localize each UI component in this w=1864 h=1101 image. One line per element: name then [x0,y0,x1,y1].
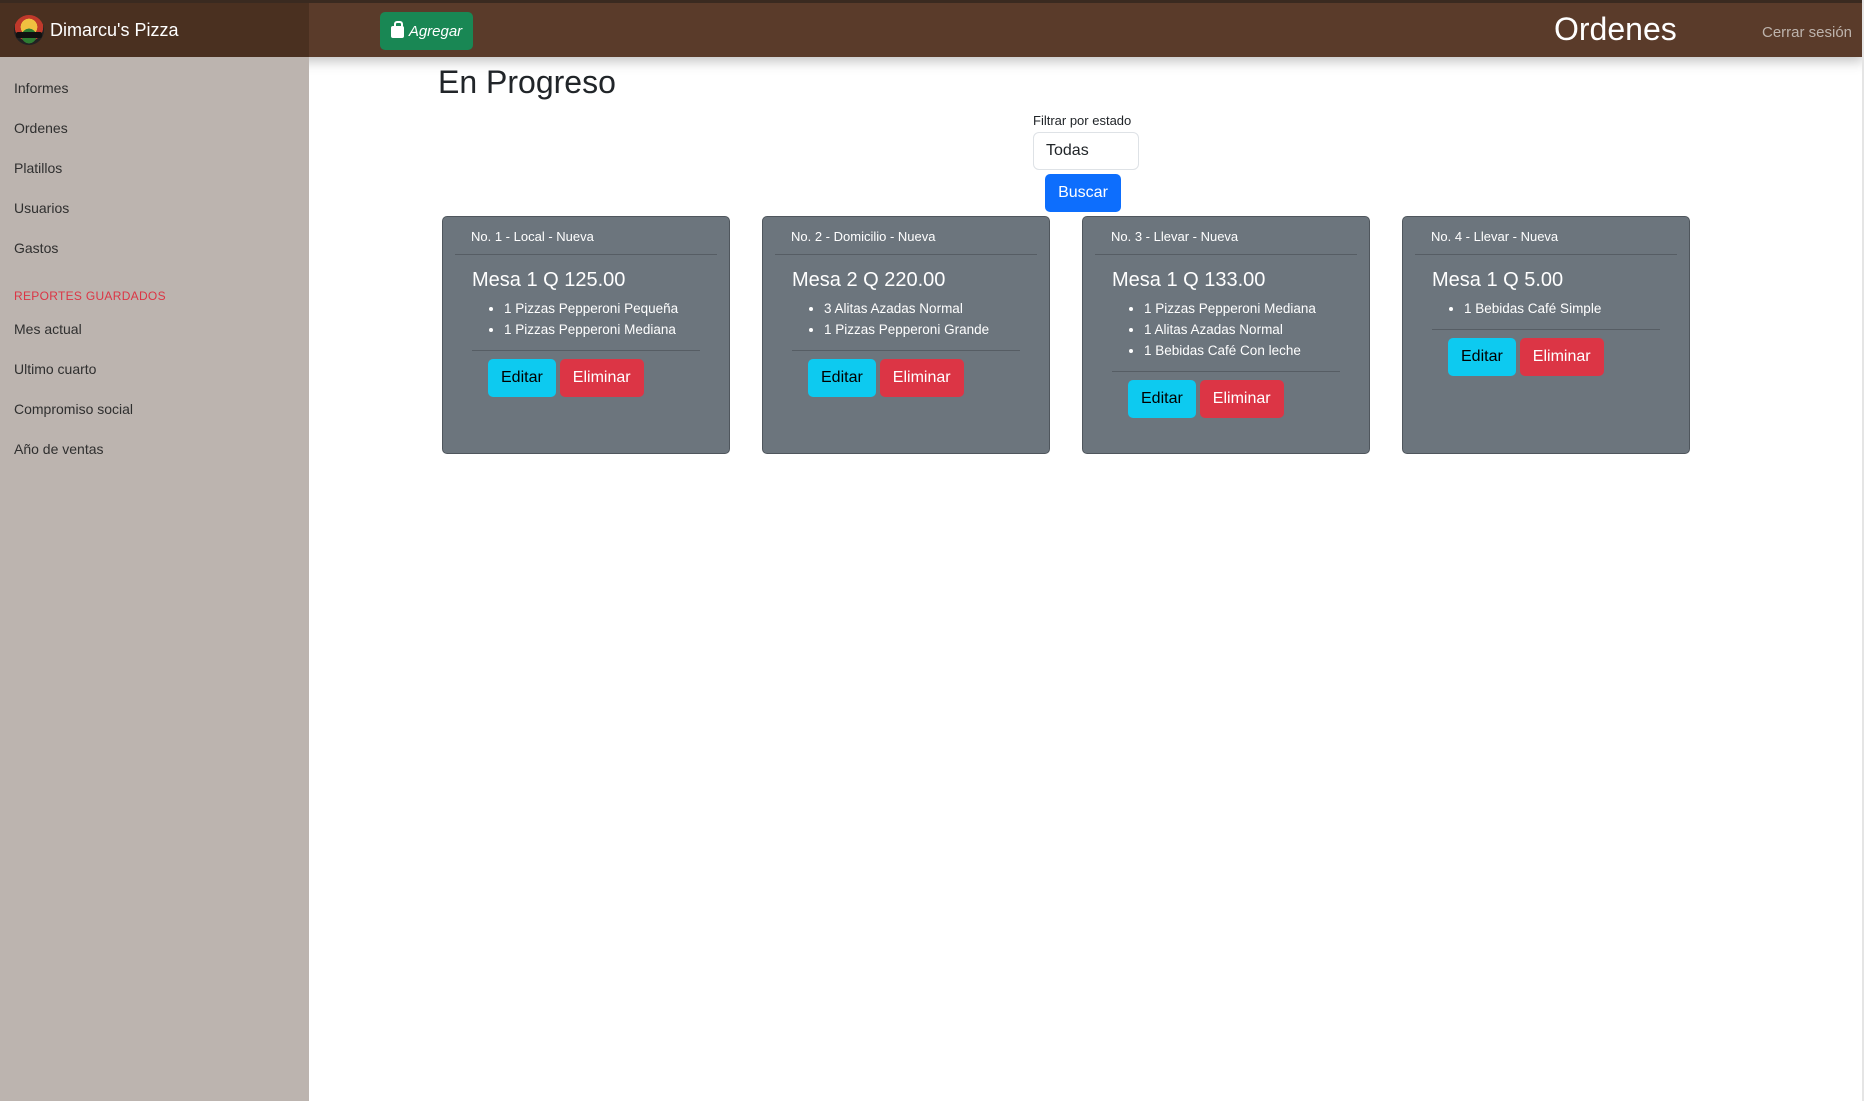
order-item: 1 Bebidas Café Con leche [1144,340,1340,361]
order-item: 1 Pizzas Pepperoni Mediana [504,319,700,340]
page-heading: Ordenes [1554,11,1677,47]
order-header: No. 4 - Llevar - Nueva [1415,217,1677,255]
sidebar-item-informes[interactable]: Informes [14,80,68,96]
order-header: No. 1 - Local - Nueva [455,217,717,255]
delete-order-button[interactable]: Eliminar [1519,338,1604,376]
sidebar-item-gastos[interactable]: Gastos [14,240,58,256]
add-order-label: Agregar [408,22,463,40]
order-card: No. 1 - Local - Nueva Mesa 1 Q 125.00 1 … [442,216,730,454]
order-items: 1 Pizzas Pepperoni Mediana 1 Alitas Azad… [1112,298,1340,361]
filter-label: Filtrar por estado [1033,113,1132,128]
edit-order-button[interactable]: Editar [488,359,556,397]
order-header: No. 3 - Llevar - Nueva [1095,217,1357,255]
edit-order-button[interactable]: Editar [808,359,876,397]
order-item: 1 Alitas Azadas Normal [1144,319,1340,340]
sidebar-item-ordenes[interactable]: Ordenes [14,120,68,136]
sidebar-item-usuarios[interactable]: Usuarios [14,200,69,216]
saved-report-mes-actual[interactable]: Mes actual [14,321,82,337]
delete-order-button[interactable]: Eliminar [1199,380,1284,418]
order-item: 1 Bebidas Café Simple [1464,298,1660,319]
order-item: 1 Pizzas Pepperoni Grande [824,319,1020,340]
order-items: 1 Bebidas Café Simple [1432,298,1660,319]
section-title: En Progreso [438,64,616,100]
saved-reports-heading: REPORTES GUARDADOS [14,289,166,303]
saved-report-ultimo-cuarto[interactable]: Ultimo cuarto [14,361,96,377]
saved-report-ano-de-ventas[interactable]: Año de ventas [14,441,104,457]
order-title: Mesa 1 Q 5.00 [1432,269,1564,291]
status-filter-select[interactable]: Todas [1033,132,1139,170]
order-item: 1 Pizzas Pepperoni Mediana [1144,298,1340,319]
edit-order-button[interactable]: Editar [1448,338,1516,376]
sidebar: Informes Ordenes Platillos Usuarios Gast… [0,57,309,1101]
shopping-bag-icon [390,21,404,38]
order-card: No. 3 - Llevar - Nueva Mesa 1 Q 133.00 1… [1082,216,1370,454]
order-title: Mesa 1 Q 125.00 [472,269,626,291]
order-items: 3 Alitas Azadas Normal 1 Pizzas Pepperon… [792,298,1020,340]
edit-order-button[interactable]: Editar [1128,380,1196,418]
brand[interactable]: Dimarcu's Pizza [0,3,309,57]
saved-report-compromiso-social[interactable]: Compromiso social [14,401,133,417]
order-title: Mesa 1 Q 133.00 [1112,269,1266,291]
order-header: No. 2 - Domicilio - Nueva [775,217,1037,255]
logout-link[interactable]: Cerrar sesión [1762,24,1852,41]
order-title: Mesa 2 Q 220.00 [792,269,946,291]
delete-order-button[interactable]: Eliminar [879,359,964,397]
add-order-button[interactable]: Agregar [380,12,473,50]
order-card: No. 2 - Domicilio - Nueva Mesa 2 Q 220.0… [762,216,1050,454]
order-item: 1 Pizzas Pepperoni Pequeña [504,298,700,319]
brand-name: Dimarcu's Pizza [50,19,179,40]
search-button[interactable]: Buscar [1045,174,1121,212]
order-items: 1 Pizzas Pepperoni Pequeña 1 Pizzas Pepp… [472,298,700,340]
order-item: 3 Alitas Azadas Normal [824,298,1020,319]
delete-order-button[interactable]: Eliminar [559,359,644,397]
order-card: No. 4 - Llevar - Nueva Mesa 1 Q 5.00 1 B… [1402,216,1690,454]
pizza-logo-icon [14,15,44,45]
top-navbar: Dimarcu's Pizza Agregar Ordenes Cerrar s… [0,0,1864,57]
sidebar-item-platillos[interactable]: Platillos [14,160,62,176]
